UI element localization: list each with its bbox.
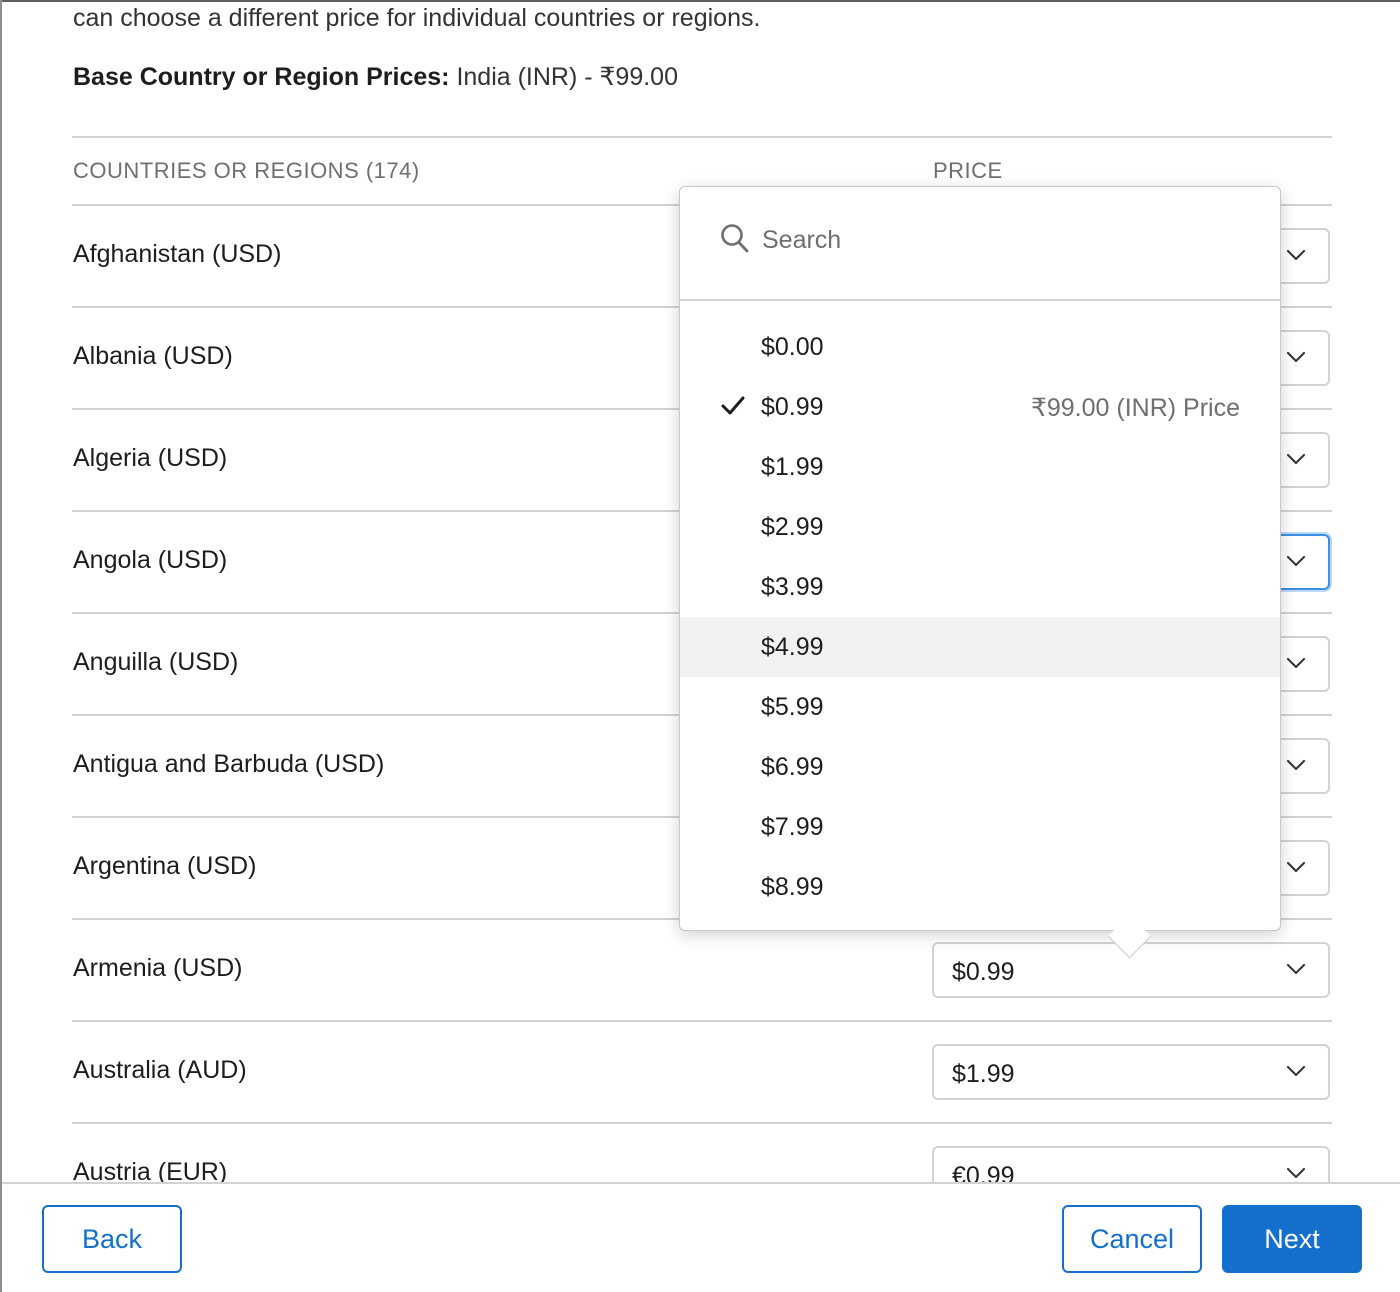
price-option-label: $8.99 — [761, 873, 824, 901]
price-option-label: $6.99 — [761, 753, 824, 781]
price-search-row — [680, 187, 1280, 301]
row-divider — [72, 1020, 1332, 1022]
price-option-label: $0.00 — [761, 333, 824, 361]
price-option[interactable]: $5.99 — [680, 677, 1280, 737]
price-select-value: €0.99 — [952, 1162, 1015, 1182]
price-option[interactable]: $0.00 — [680, 317, 1280, 377]
window-top-edge — [0, 0, 1400, 2]
country-label: Antigua and Barbuda (USD) — [73, 750, 385, 778]
price-select-value: $1.99 — [952, 1060, 1015, 1088]
search-icon — [721, 224, 749, 253]
table-row: Austria (EUR) €0.99 — [72, 1122, 1332, 1182]
intro-text: can choose a different price for individ… — [73, 4, 761, 32]
column-header-price: PRICE — [933, 158, 1003, 183]
chevron-down-icon — [1286, 555, 1306, 567]
price-option[interactable]: $3.99 — [680, 557, 1280, 617]
price-option[interactable]: $7.99 — [680, 797, 1280, 857]
price-dropdown-panel: $0.00 ₹99.00 (INR) Price $0.99 $1.99 $2.99 $3… — [680, 187, 1280, 930]
country-label: Afghanistan (USD) — [73, 240, 282, 268]
price-select[interactable]: $1.99 — [932, 1044, 1330, 1100]
country-label: Anguilla (USD) — [73, 648, 239, 676]
column-header-countries: COUNTRIES OR REGIONS (174) — [73, 158, 420, 183]
chevron-down-icon — [1286, 963, 1306, 975]
price-option[interactable]: $2.99 — [680, 497, 1280, 557]
price-option-label: $5.99 — [761, 693, 824, 721]
chevron-down-icon — [1286, 759, 1306, 771]
chevron-down-icon — [1286, 1065, 1306, 1077]
chevron-down-icon — [1286, 861, 1306, 873]
cancel-button[interactable]: Cancel — [1062, 1205, 1202, 1273]
price-option-label: $4.99 — [761, 633, 824, 661]
price-option-label: $0.99 — [761, 393, 824, 421]
price-option[interactable]: $4.99 — [680, 617, 1280, 677]
price-option[interactable]: $1.99 — [680, 437, 1280, 497]
table-divider — [72, 136, 1332, 138]
row-divider — [72, 1122, 1332, 1124]
country-label: Australia (AUD) — [73, 1056, 247, 1084]
price-option-label: $2.99 — [761, 513, 824, 541]
checkmark-icon — [721, 396, 745, 415]
country-label: Armenia (USD) — [73, 954, 243, 982]
window-left-edge — [0, 0, 2, 1292]
price-dropdown-popup: $0.00 ₹99.00 (INR) Price $0.99 $1.99 $2.99 $3… — [679, 186, 1281, 959]
price-option-label: $7.99 — [761, 813, 824, 841]
base-equivalent-note: ₹99.00 (INR) Price — [1030, 394, 1240, 422]
price-option[interactable]: ₹99.00 (INR) Price $0.99 — [680, 377, 1280, 437]
country-label: Algeria (USD) — [73, 444, 228, 472]
table-row: Australia (AUD) $1.99 — [72, 1020, 1332, 1122]
price-option-label: $1.99 — [761, 453, 824, 481]
chevron-down-icon — [1286, 351, 1306, 363]
base-price-label: Base Country or Region Prices: — [73, 63, 450, 91]
back-button[interactable]: Back — [42, 1205, 182, 1273]
country-label: Argentina (USD) — [73, 852, 257, 880]
next-button[interactable]: Next — [1222, 1205, 1362, 1273]
chevron-down-icon — [1286, 1167, 1306, 1179]
base-price-value: India (INR) - ₹99.00 — [456, 63, 678, 91]
base-price-line: Base Country or Region Prices: India (IN… — [73, 62, 678, 92]
chevron-down-icon — [1286, 453, 1306, 465]
country-label: Angola (USD) — [73, 546, 228, 574]
price-search-input[interactable] — [760, 217, 1244, 263]
price-option[interactable]: $8.99 — [680, 857, 1280, 917]
price-option[interactable]: $6.99 — [680, 737, 1280, 797]
country-label: Austria (EUR) — [73, 1158, 228, 1182]
footer-bar: Back Cancel Next — [0, 1182, 1400, 1292]
price-option-label: $3.99 — [761, 573, 824, 601]
chevron-down-icon — [1286, 249, 1306, 261]
country-label: Albania (USD) — [73, 342, 233, 370]
price-select[interactable]: €0.99 — [932, 1146, 1330, 1182]
price-select-value: $0.99 — [952, 958, 1015, 986]
chevron-down-icon — [1286, 657, 1306, 669]
